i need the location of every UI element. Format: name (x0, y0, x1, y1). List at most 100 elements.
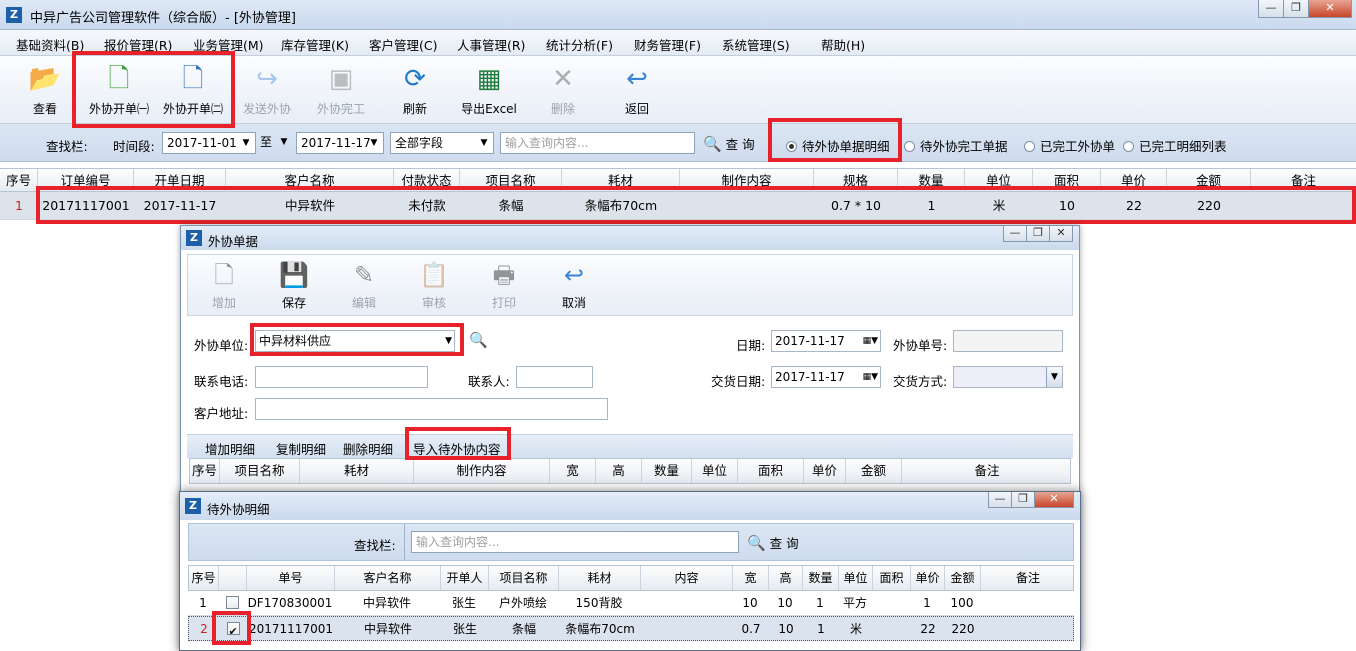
col-header[interactable]: 内容 (641, 566, 733, 590)
close-icon[interactable]: ✕ (1034, 492, 1074, 508)
col-header[interactable]: 耗材 (300, 459, 414, 483)
col-header[interactable]: 数量 (898, 169, 965, 193)
date-field[interactable]: 2017-11-17 ▦▼ (771, 330, 881, 352)
col-header[interactable]: 备注 (1251, 169, 1356, 193)
close-icon[interactable]: ✕ (1308, 0, 1352, 18)
field-select[interactable]: 全部字段 ▼ (390, 132, 494, 154)
col-header[interactable]: 单位 (692, 459, 738, 483)
col-header[interactable]: 开单日期 (134, 169, 226, 193)
new-outsource-2-button[interactable]: 🗋 外协开单㈡ (158, 62, 228, 117)
tab-add-detail[interactable]: 增加明细 (205, 439, 255, 458)
col-header[interactable]: 数量 (803, 566, 839, 590)
add-button[interactable]: 🗋 增加 (194, 259, 254, 311)
delivery-mode-select[interactable]: ▼ (953, 366, 1063, 388)
col-header[interactable]: 宽 (733, 566, 769, 590)
query-button[interactable]: 🔍 查 询 (703, 134, 755, 153)
col-header[interactable]: 耗材 (559, 566, 641, 590)
delete-button[interactable]: ✕ 删除 (528, 62, 598, 117)
col-header[interactable]: 宽 (550, 459, 596, 483)
menu-system[interactable]: 系统管理(S) (722, 35, 790, 54)
col-header[interactable]: 单号 (247, 566, 335, 590)
menu-customer[interactable]: 客户管理(C) (369, 35, 437, 54)
col-header[interactable]: 金额 (1167, 169, 1251, 193)
col-header[interactable]: 耗材 (562, 169, 680, 193)
col-header-check[interactable] (219, 566, 247, 590)
col-header[interactable]: 高 (596, 459, 642, 483)
delivery-date-field[interactable]: 2017-11-17 ▦▼ (771, 366, 881, 388)
col-header[interactable]: 单价 (804, 459, 846, 483)
radio-pending-detail[interactable]: 待外协单据明细 (786, 136, 890, 155)
maximize-icon[interactable]: ❐ (1011, 492, 1035, 508)
search-input[interactable]: 输入查询内容... (500, 132, 695, 154)
col-header[interactable]: 项目名称 (220, 459, 300, 483)
col-header[interactable]: 单价 (1101, 169, 1167, 193)
tab-import-pending[interactable]: 导入待外协内容 (413, 439, 501, 458)
col-header[interactable]: 序号 (189, 566, 219, 590)
col-header[interactable]: 规格 (814, 169, 898, 193)
table-row-selected[interactable]: 2 20171117001 中异软件 张生 条幅 条幅布70cm 0.7 10 … (188, 616, 1074, 641)
date-to-picker[interactable]: 2017-11-17 ▼ (296, 132, 384, 154)
col-header[interactable]: 单价 (911, 566, 945, 590)
menu-help[interactable]: 帮助(H) (821, 35, 865, 54)
order-no-field[interactable] (953, 330, 1063, 352)
view-button[interactable]: 📂 查看 (10, 62, 80, 117)
date-from-picker[interactable]: 2017-11-01 ▼ (162, 132, 256, 154)
col-header[interactable]: 备注 (981, 566, 1075, 590)
refresh-button[interactable]: ⟳ 刷新 (380, 62, 450, 117)
print-button[interactable]: 🖶 打印 (474, 259, 534, 311)
col-header[interactable]: 项目名称 (460, 169, 562, 193)
col-header[interactable]: 面积 (738, 459, 804, 483)
col-header[interactable]: 订单编号 (38, 169, 134, 193)
col-header[interactable]: 单位 (965, 169, 1033, 193)
table-row[interactable]: 1 DF170830001 中异软件 张生 户外喷绘 150背胶 10 10 1… (188, 591, 1074, 616)
edit-button[interactable]: ✎ 编辑 (334, 259, 394, 311)
query-button[interactable]: 🔍 查 询 (747, 533, 799, 552)
maximize-icon[interactable]: ❐ (1026, 226, 1050, 242)
col-header[interactable]: 开单人 (441, 566, 489, 590)
new-outsource-1-button[interactable]: 🗋 外协开单㈠ (84, 62, 154, 117)
range-mode-select[interactable]: 至 ▼ (256, 132, 293, 154)
tab-copy-detail[interactable]: 复制明细 (276, 439, 326, 458)
close-icon[interactable]: ✕ (1049, 226, 1073, 242)
col-header[interactable]: 金额 (945, 566, 981, 590)
menu-quote[interactable]: 报价管理(R) (104, 35, 172, 54)
address-field[interactable] (255, 398, 608, 420)
menu-business[interactable]: 业务管理(M) (193, 35, 264, 54)
col-header[interactable]: 序号 (190, 459, 220, 483)
col-header[interactable]: 客户名称 (226, 169, 394, 193)
row-checkbox[interactable] (218, 591, 246, 615)
radio-pending-finish[interactable]: 待外协完工单据 (904, 136, 1008, 155)
col-header[interactable]: 项目名称 (489, 566, 559, 590)
audit-button[interactable]: 📋 审核 (404, 259, 464, 311)
col-header[interactable]: 面积 (873, 566, 911, 590)
tab-delete-detail[interactable]: 删除明细 (343, 439, 393, 458)
menu-hr[interactable]: 人事管理(R) (457, 35, 525, 54)
finish-outsource-button[interactable]: ▣ 外协完工 (306, 62, 376, 117)
save-button[interactable]: 💾 保存 (264, 259, 324, 311)
unit-select[interactable]: 中异材料供应 ▼ (255, 330, 455, 352)
menu-stats[interactable]: 统计分析(F) (546, 35, 613, 54)
search-input[interactable]: 输入查询内容... (411, 531, 739, 553)
col-header[interactable]: 数量 (642, 459, 692, 483)
col-header[interactable]: 金额 (846, 459, 902, 483)
minimize-icon[interactable]: — (988, 492, 1012, 508)
col-header[interactable]: 付款状态 (394, 169, 460, 193)
col-header[interactable]: 面积 (1033, 169, 1101, 193)
cancel-button[interactable]: ↩ 取消 (544, 259, 604, 311)
row-checkbox[interactable] (219, 617, 247, 641)
col-header[interactable]: 高 (769, 566, 803, 590)
export-excel-button[interactable]: ▦ 导出Excel (454, 62, 524, 117)
search-icon[interactable]: 🔍 (469, 331, 488, 349)
radio-finished-orders[interactable]: 已完工外协单 (1024, 136, 1115, 155)
col-header[interactable]: 制作内容 (680, 169, 814, 193)
back-button[interactable]: ↩ 返回 (602, 62, 672, 117)
col-header[interactable]: 制作内容 (414, 459, 550, 483)
phone-field[interactable] (255, 366, 428, 388)
menu-inventory[interactable]: 库存管理(K) (281, 35, 349, 54)
col-header[interactable]: 备注 (902, 459, 1072, 483)
menu-finance[interactable]: 财务管理(F) (634, 35, 701, 54)
radio-finished-detail[interactable]: 已完工明细列表 (1123, 136, 1227, 155)
send-outsource-button[interactable]: ↪ 发送外协 (232, 62, 302, 117)
table-row[interactable]: 1 20171117001 2017-11-17 中异软件 未付款 条幅 条幅布… (0, 192, 1356, 220)
col-header[interactable]: 单位 (839, 566, 873, 590)
